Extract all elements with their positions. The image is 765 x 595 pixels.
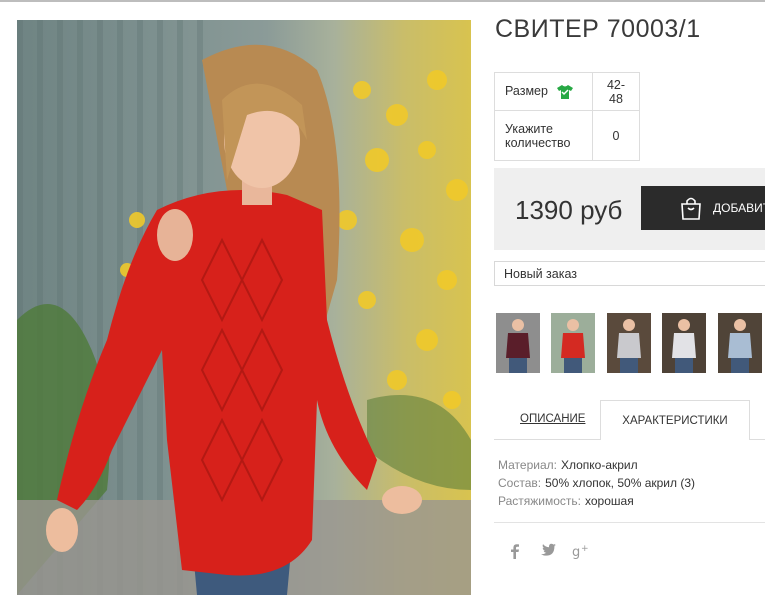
add-to-cart-button[interactable]: ДОБАВИТЬ	[641, 186, 765, 230]
svg-text:g: g	[572, 545, 580, 559]
spec-key: Состав:	[498, 476, 542, 490]
spec-value: Хлопко-акрил	[560, 458, 638, 472]
tab-characteristics[interactable]: ХАРАКТЕРИСТИКИ	[600, 400, 750, 440]
order-select[interactable]: Новый заказ	[494, 261, 765, 286]
spec-key: Материал:	[498, 458, 557, 472]
facebook-icon[interactable]	[508, 543, 522, 559]
tab-description[interactable]: ОПИСАНИЕ	[520, 413, 585, 425]
thumbnail-5-image	[718, 313, 762, 373]
price-box: 1390 руб ДОБАВИТЬ	[494, 168, 765, 250]
product-title: СВИТЕР 70003/1	[495, 15, 701, 43]
product-tabs: ОПИСАНИЕ ХАРАКТЕРИСТИКИ	[494, 400, 765, 440]
size-option-row: Размер 42-48	[494, 72, 640, 111]
tabs-divider	[494, 439, 600, 440]
svg-text:+: +	[581, 544, 589, 554]
spec-row-material: Материал: Хлопко-акрил	[498, 456, 695, 474]
google-plus-icon[interactable]: g +	[572, 543, 592, 559]
thumbnail-1-image	[496, 313, 540, 373]
spec-row-stretch: Растяжимость: хорошая	[498, 492, 695, 510]
tabs-divider-right	[750, 439, 765, 440]
add-to-cart-label: ДОБАВИТЬ	[713, 201, 765, 215]
tshirt-icon[interactable]	[557, 84, 574, 99]
product-options-table: Размер 42-48 Укажите количество 0	[494, 72, 640, 161]
thumbnail-5[interactable]	[718, 313, 762, 373]
quantity-label: Укажите количество	[494, 110, 593, 161]
quantity-value[interactable]: 0	[592, 110, 640, 161]
thumbnail-4-image	[662, 313, 706, 373]
size-label: Размер	[505, 84, 548, 99]
thumbnail-3[interactable]	[607, 313, 651, 373]
social-divider	[494, 522, 765, 523]
thumbnail-3-image	[607, 313, 651, 373]
price: 1390 руб	[515, 195, 623, 225]
top-border	[0, 0, 765, 2]
shopping-bag-icon	[681, 197, 701, 220]
thumbnail-2[interactable]	[551, 313, 595, 373]
spec-key: Растяжимость:	[498, 494, 582, 508]
twitter-icon[interactable]	[540, 543, 556, 557]
thumbnail-2-image	[551, 313, 595, 373]
quantity-option-row: Укажите количество 0	[494, 110, 640, 161]
spec-row-composition: Состав: 50% хлопок, 50% акрил (3)	[498, 474, 695, 492]
product-photo-illustration	[17, 20, 471, 595]
thumbnail-1[interactable]	[496, 313, 540, 373]
specs-list: Материал: Хлопко-акрил Состав: 50% хлопок,…	[498, 456, 695, 510]
size-label-cell: Размер	[494, 72, 593, 111]
spec-value: 50% хлопок, 50% акрил (3)	[545, 476, 695, 490]
size-value[interactable]: 42-48	[592, 72, 640, 111]
product-main-image[interactable]	[17, 20, 471, 595]
spec-value: хорошая	[585, 494, 634, 508]
thumbnail-4[interactable]	[662, 313, 706, 373]
